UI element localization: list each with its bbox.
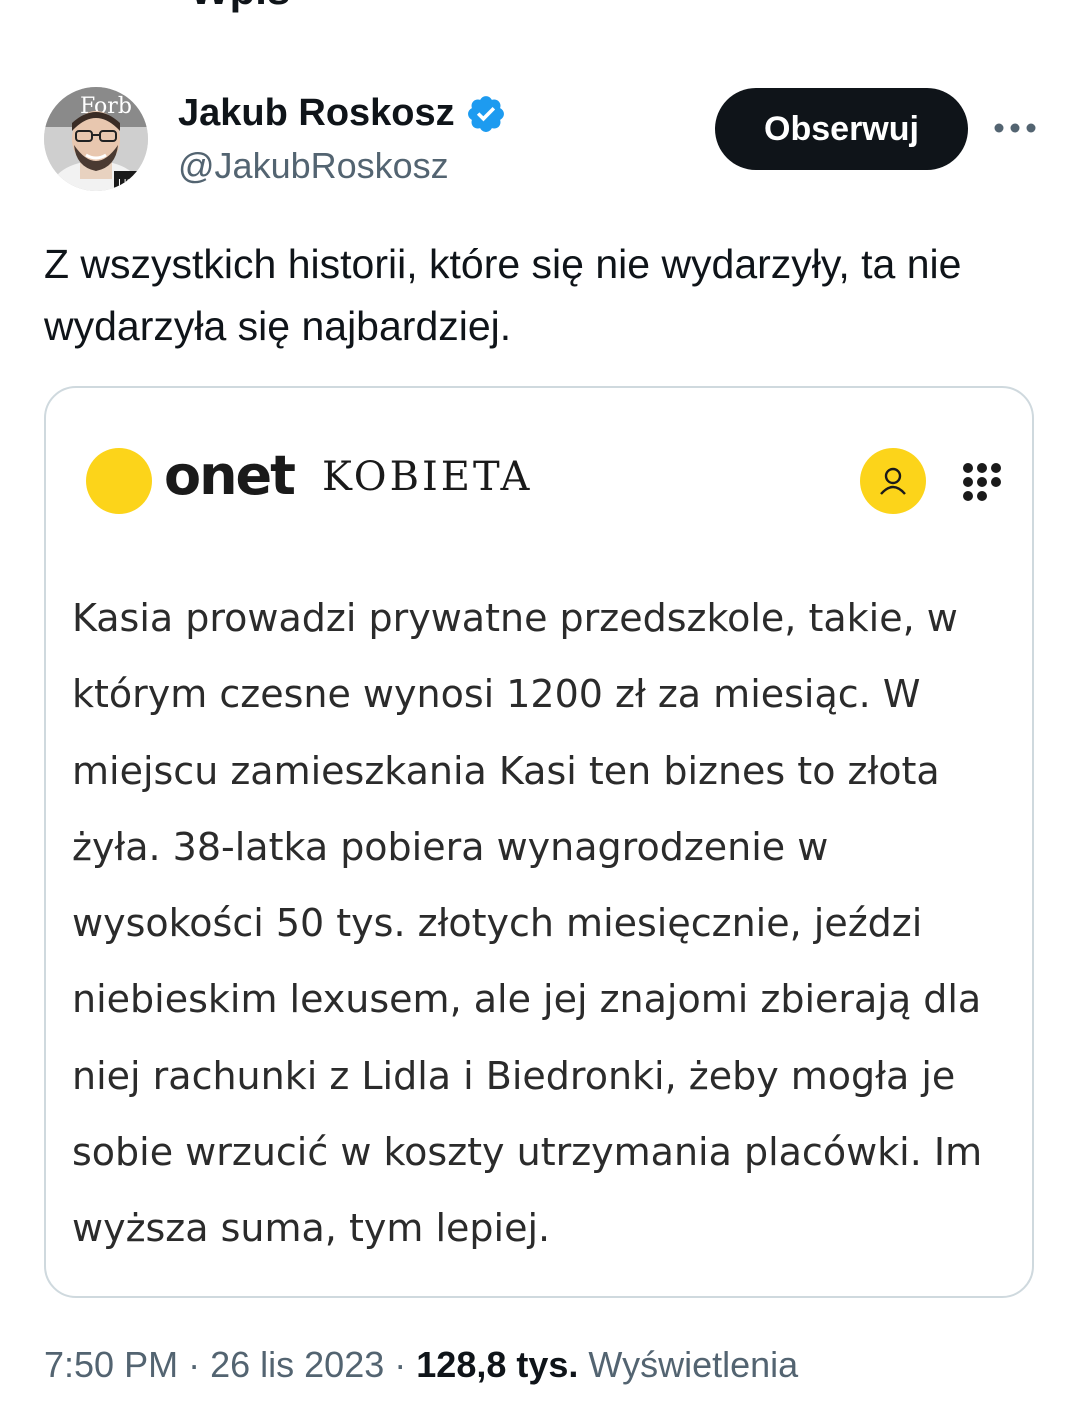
author-name-row[interactable]: Jakub Roskosz	[178, 92, 507, 135]
follow-button[interactable]: Obserwuj	[715, 88, 968, 170]
tweet-text: Z wszystkich historii, które się nie wyd…	[44, 241, 962, 349]
meta-separator: ·	[394, 1344, 407, 1385]
article-text: Kasia prowadzi prywatne przedszkole, tak…	[72, 596, 983, 1251]
views-count: 128,8 tys.	[416, 1344, 579, 1385]
tweet-date[interactable]: 26 lis 2023	[210, 1344, 384, 1385]
tweet-time[interactable]: 7:50 PM	[44, 1344, 178, 1385]
user-icon[interactable]	[860, 448, 926, 514]
views-label[interactable]: Wyświetlenia	[588, 1344, 798, 1385]
more-horizontal-icon[interactable]	[990, 108, 1040, 148]
verified-badge-icon	[467, 95, 504, 132]
top-header: ← Wpis	[0, 0, 1080, 14]
grid-menu-icon[interactable]	[962, 462, 1002, 502]
svg-text:LIS: LIS	[118, 178, 133, 189]
author-handle[interactable]: @JakubRoskosz	[178, 145, 449, 187]
tweet-media-card[interactable]: onet KOBIETA Kasia prowadzi prywatne prz…	[44, 386, 1034, 1298]
profile-photo: Forb LIS	[44, 87, 148, 191]
author-display-name[interactable]: Jakub Roskosz	[178, 92, 455, 135]
arrow-left-icon[interactable]: ←	[48, 0, 78, 11]
tweet-meta: 7:50 PM · 26 lis 2023 · 128,8 tys. Wyświ…	[44, 1344, 798, 1386]
header-title: Wpis	[190, 0, 290, 14]
onet-logo-text: onet	[164, 444, 296, 507]
meta-separator: ·	[188, 1344, 201, 1385]
avatar[interactable]: Forb LIS	[44, 87, 148, 191]
onet-logo-dot	[86, 448, 152, 514]
section-name: KOBIETA	[322, 454, 533, 500]
